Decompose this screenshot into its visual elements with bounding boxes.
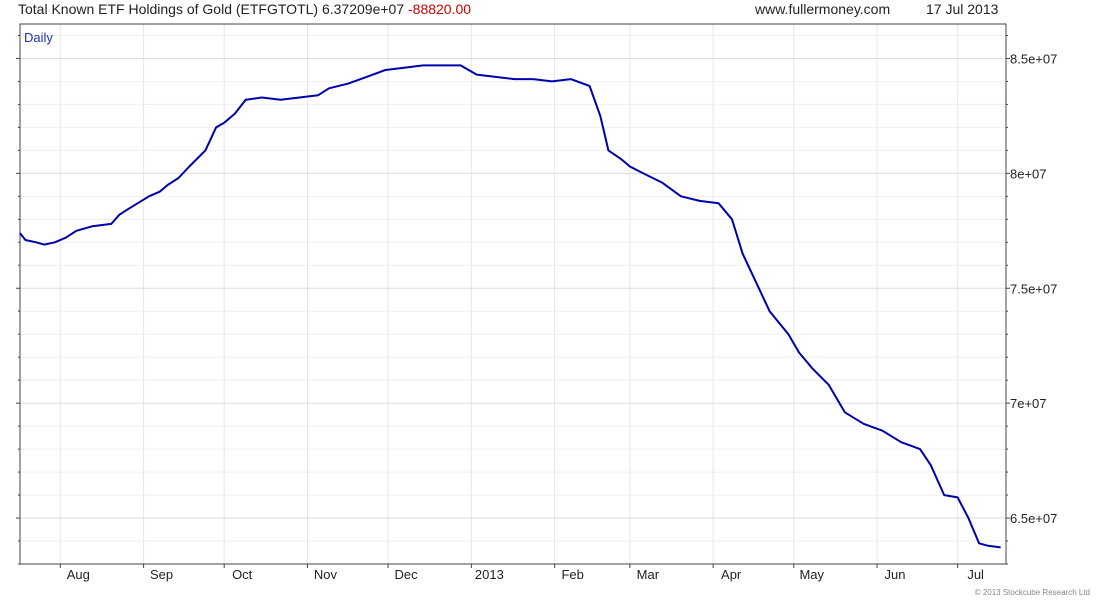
x-tick-label: Oct (232, 567, 253, 582)
x-tick-label: 2013 (475, 567, 504, 582)
chart-container: Total Known ETF Holdings of Gold (ETFGTO… (0, 0, 1100, 600)
plot-frame (19, 23, 1007, 565)
x-tick-label: Aug (67, 567, 90, 582)
x-tick-label: May (799, 567, 824, 582)
x-tick-label: Sep (150, 567, 173, 582)
y-tick-label: 6.5e+07 (1010, 511, 1057, 526)
copyright-label: © 2013 Stockcube Research Ltd (975, 588, 1090, 597)
x-tick-label: Jul (967, 567, 984, 582)
series-layer (19, 64, 1001, 549)
x-tick-label: Jun (885, 567, 906, 582)
series-line (19, 64, 1001, 549)
y-tick-label: 7.5e+07 (1010, 281, 1057, 296)
x-tick-label: Nov (314, 567, 338, 582)
x-tick-label: Apr (721, 567, 742, 582)
x-tick-label: Feb (561, 567, 583, 582)
x-tick-label: Mar (637, 567, 660, 582)
y-axis: 6.5e+07 7e+07 7.5e+07 8e+07 8.5e+07 (16, 34, 1057, 565)
y-tick-label: 7e+07 (1010, 396, 1047, 411)
line-chart: Aug Sep Oct Nov Dec 2013 Feb Mar Apr May Jun Jul 6.… (16, 23, 1090, 597)
y-tick-label: 8e+07 (1010, 166, 1047, 181)
period-label: Daily (24, 30, 53, 45)
x-tick-label: Dec (395, 567, 419, 582)
grid (20, 24, 1006, 565)
y-tick-label: 8.5e+07 (1010, 51, 1057, 66)
x-axis: Aug Sep Oct Nov Dec 2013 Feb Mar Apr May Jun Jul (59, 564, 984, 582)
